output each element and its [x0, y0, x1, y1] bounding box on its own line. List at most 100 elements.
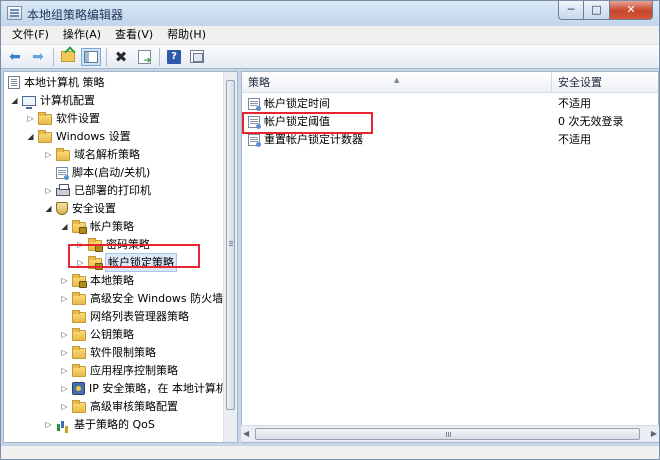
expander-icon[interactable]: ▷	[60, 290, 69, 307]
tree-item[interactable]: ◢ 计算机配置	[10, 92, 95, 109]
expander-icon[interactable]: ◢	[10, 92, 19, 109]
up-folder-icon	[61, 51, 75, 62]
doc-icon	[8, 76, 20, 89]
toolbar-separator	[159, 47, 160, 66]
expander-icon[interactable]: ▷	[44, 416, 53, 433]
tree-item[interactable]: ▷ 软件设置	[26, 110, 100, 127]
tree-item[interactable]: ▷ 已部署的打印机	[44, 182, 151, 199]
tree-item-label: 计算机配置	[40, 94, 95, 107]
setting-cell: 不适用	[558, 133, 591, 146]
expander-icon[interactable]: ▷	[44, 182, 53, 199]
tree-item[interactable]: ▷ 高级安全 Windows 防火墙	[60, 290, 223, 307]
chart-icon	[56, 418, 70, 431]
status-bar	[1, 445, 659, 459]
lock-folder-icon	[72, 219, 87, 234]
tree-item[interactable]: ▷ 软件限制策略	[60, 344, 156, 361]
table-row[interactable]: 帐户锁定阈值 0 次无效登录	[242, 113, 658, 131]
help-button[interactable]: ?	[164, 48, 184, 66]
folder-icon	[72, 399, 86, 413]
tree-item[interactable]: 本地计算机 策略	[8, 74, 105, 91]
tree-item[interactable]: ▷ 公钥策略	[60, 326, 134, 343]
setting-cell: 0 次无效登录	[558, 115, 624, 128]
expander-icon[interactable]: ▷	[60, 272, 69, 289]
delete-icon[interactable]: ✖	[111, 48, 131, 66]
menu-help[interactable]: 帮助(H)	[160, 26, 213, 44]
expander-icon[interactable]: ▷	[76, 254, 85, 271]
tree-item-label: 密码策略	[106, 238, 150, 251]
tree-item-label: 公钥策略	[90, 328, 134, 341]
scroll-right-arrow-icon[interactable]: ▶	[651, 429, 657, 438]
tree-scroll-thumb[interactable]	[226, 80, 235, 410]
action-pane-button[interactable]	[187, 48, 207, 66]
expander-icon[interactable]: ▷	[26, 110, 35, 127]
column-header-setting[interactable]: 安全设置	[552, 72, 658, 93]
console-tree-icon	[84, 50, 98, 63]
close-button[interactable]: ✕	[610, 1, 653, 20]
forward-arrow-icon[interactable]: ➡	[28, 48, 48, 66]
folder-icon	[56, 147, 70, 161]
tree-item[interactable]: ▷ IP 安全策略，在 本地计算机	[60, 380, 227, 397]
tree-item-label: 已部署的打印机	[74, 184, 151, 197]
minimize-button[interactable]: ─	[558, 1, 584, 20]
expander-icon[interactable]: ▷	[44, 146, 53, 163]
expander-icon[interactable]: ▷	[60, 362, 69, 379]
tree-item-label: 网络列表管理器策略	[90, 310, 189, 323]
toolbar-separator	[106, 47, 107, 66]
console-tree[interactable]: 本地计算机 策略 ◢ 计算机配置 ▷ 软件设置 ◢ Windows 设置 ▷ 域…	[3, 71, 238, 443]
tree-item[interactable]: ▷ 高级审核策略配置	[60, 398, 178, 415]
tree-item[interactable]: ▷ 域名解析策略	[44, 146, 140, 163]
tree-item[interactable]: ◢ Windows 设置	[26, 128, 131, 145]
details-pane: 策略 ▲ 安全设置 帐户锁定时间 不适用 帐户锁定阈值 0 次无效登录 重置帐户…	[241, 71, 659, 443]
menu-action[interactable]: 操作(A)	[56, 26, 108, 44]
menu-view[interactable]: 查看(V)	[108, 26, 160, 44]
policy-name: 帐户锁定时间	[264, 97, 330, 110]
back-arrow-icon[interactable]: ⬅	[5, 48, 25, 66]
details-scroll-thumb[interactable]	[255, 428, 640, 440]
title-bar[interactable]: 本地组策略编辑器 ─ □ ✕	[1, 1, 659, 26]
caption-buttons: ─ □ ✕	[558, 1, 653, 21]
table-header: 策略 ▲ 安全设置	[242, 72, 658, 93]
tree-item[interactable]: ▷ 密码策略	[76, 236, 150, 253]
expander-icon[interactable]: ◢	[60, 218, 69, 235]
show-hide-tree-button[interactable]	[81, 47, 101, 66]
expander-icon[interactable]: ◢	[26, 128, 35, 145]
table-row[interactable]: 帐户锁定时间 不适用	[242, 95, 658, 113]
details-horizontal-scrollbar[interactable]: ◀ ▶	[241, 425, 659, 442]
tree-vertical-scrollbar[interactable]	[223, 72, 237, 442]
maximize-button[interactable]: □	[584, 1, 610, 20]
expander-icon[interactable]: ▷	[60, 380, 69, 397]
policy-icon	[248, 98, 261, 111]
tree-item[interactable]: ◢ 帐户策略	[60, 218, 134, 235]
scroll-left-arrow-icon[interactable]: ◀	[243, 429, 249, 438]
tree-item[interactable]: ◢ 安全设置	[44, 200, 116, 217]
column-header-policy[interactable]: 策略 ▲	[242, 72, 552, 93]
policy-cell: 帐户锁定时间	[248, 95, 330, 113]
tree-item[interactable]: 脚本(启动/关机)	[44, 164, 150, 181]
menu-file[interactable]: 文件(F)	[5, 26, 56, 44]
folder-icon	[72, 345, 86, 359]
up-folder-button[interactable]	[58, 48, 78, 66]
tree-item-selected[interactable]: ▷ 帐户锁定策略	[76, 253, 177, 272]
folder-icon	[72, 363, 86, 377]
export-list-button[interactable]	[134, 48, 154, 70]
tree-item-label: 脚本(启动/关机)	[72, 166, 151, 179]
lock-folder-icon	[72, 273, 87, 288]
tree-item[interactable]: 网络列表管理器策略	[60, 308, 189, 325]
sort-caret-icon: ▲	[394, 76, 400, 84]
setting-cell: 不适用	[558, 97, 591, 110]
toolbar-separator	[53, 47, 54, 66]
tree-item[interactable]: ▷ 应用程序控制策略	[60, 362, 178, 379]
expander-icon[interactable]: ◢	[44, 200, 53, 217]
policy-name: 帐户锁定阈值	[264, 115, 330, 128]
help-icon: ?	[167, 49, 181, 64]
expander-icon[interactable]: ▷	[60, 326, 69, 343]
folder-icon	[72, 309, 86, 323]
script-icon	[56, 166, 69, 180]
tree-item[interactable]: ▷ 本地策略	[60, 272, 134, 289]
table-row[interactable]: 重置帐户锁定计数器 不适用	[242, 131, 658, 149]
expander-icon[interactable]: ▷	[60, 398, 69, 415]
policy-icon	[248, 116, 261, 129]
tree-item[interactable]: ▷ 基于策略的 QoS	[44, 416, 155, 433]
expander-icon[interactable]: ▷	[76, 236, 85, 253]
expander-icon[interactable]: ▷	[60, 344, 69, 361]
